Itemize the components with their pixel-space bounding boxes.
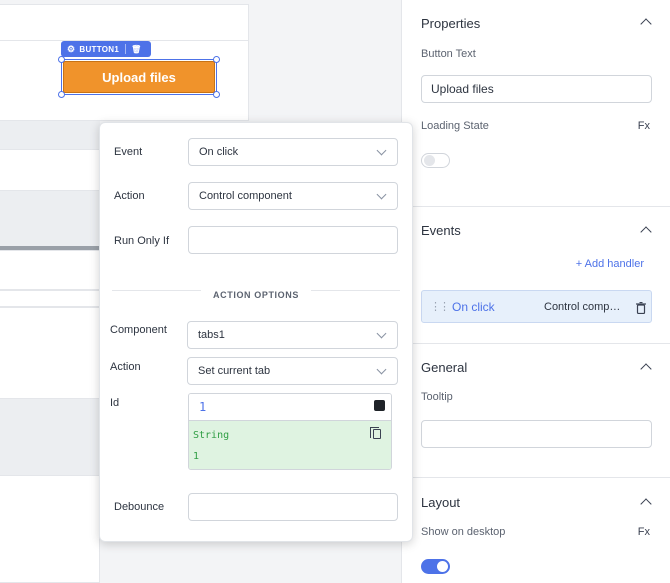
debounce-input[interactable] [188, 493, 398, 521]
show-on-desktop-fx-toggle[interactable]: Fx [638, 526, 650, 538]
toggle-knob [424, 155, 435, 166]
handler-action-name: Control component... [544, 300, 624, 313]
chevron-up-icon[interactable] [640, 226, 652, 238]
action-select[interactable]: Control component [188, 182, 398, 210]
resize-handle-bottom-left[interactable] [58, 91, 65, 98]
chevron-up-icon[interactable] [640, 498, 652, 510]
upload-files-button[interactable]: Upload files [63, 61, 215, 93]
option-action-select-value: Set current tab [198, 365, 271, 377]
resize-handle-top-left[interactable] [58, 56, 65, 63]
chevron-up-icon[interactable] [640, 363, 652, 375]
canvas-row-2 [0, 191, 100, 247]
action-options-heading: ACTION OPTIONS [100, 285, 412, 303]
badge-separator [125, 44, 127, 54]
selected-button-frame[interactable]: Upload files [58, 56, 220, 98]
event-handler-row[interactable]: ⋮⋮ On click Control component... [421, 290, 652, 323]
button-text-input[interactable]: Upload files [421, 75, 652, 103]
handler-event-name: On click [452, 299, 495, 314]
component-label: Component [110, 324, 167, 336]
option-action-select[interactable]: Set current tab [187, 357, 398, 385]
loading-state-toggle[interactable] [421, 153, 450, 168]
debounce-label: Debounce [114, 501, 165, 513]
section-divider [402, 477, 670, 478]
layout-title[interactable]: Layout [421, 495, 460, 510]
properties-title[interactable]: Properties [421, 16, 480, 31]
chevron-down-icon [376, 328, 387, 339]
copy-icon[interactable] [370, 427, 381, 439]
component-badge-label: BUTTON1 [79, 44, 120, 54]
tooltip-label: Tooltip [421, 391, 453, 403]
chevron-down-icon [376, 145, 387, 156]
section-divider [402, 206, 670, 207]
canvas-row-5 [0, 307, 100, 399]
events-title[interactable]: Events [421, 223, 461, 238]
id-preview-type: String [193, 430, 230, 441]
loading-state-label: Loading State [421, 120, 489, 132]
canvas-row-3 [0, 250, 100, 290]
action-options-heading-text: ACTION OPTIONS [201, 290, 311, 300]
button-text-label: Button Text [421, 48, 476, 60]
event-select[interactable]: On click [188, 138, 398, 166]
show-on-desktop-toggle[interactable] [421, 559, 450, 574]
event-label: Event [114, 146, 143, 158]
drag-handle-icon[interactable]: ⋮⋮ [430, 300, 450, 313]
chevron-up-icon[interactable] [640, 18, 652, 30]
event-select-value: On click [199, 146, 239, 158]
inspector-panel: Properties Button Text Upload files Load… [401, 0, 670, 583]
action-label: Action [114, 190, 145, 202]
id-label: Id [110, 397, 120, 409]
id-preview-value: 1 [193, 451, 200, 462]
tooltip-input[interactable] [421, 420, 652, 448]
canvas-row-4 [0, 290, 100, 307]
id-code-value: 1 [199, 400, 207, 414]
component-badge[interactable]: ⚙ BUTTON1 🗑 [61, 41, 151, 57]
loading-state-fx-toggle[interactable]: Fx [638, 120, 650, 132]
canvas-row-7 [0, 475, 100, 583]
run-only-if-input[interactable] [188, 226, 398, 254]
general-title[interactable]: General [421, 360, 467, 375]
gear-icon[interactable]: ⚙ [67, 44, 75, 55]
section-divider [402, 343, 670, 344]
chevron-down-icon [376, 364, 387, 375]
component-select[interactable]: tabs1 [187, 321, 398, 349]
trash-icon[interactable] [636, 301, 646, 314]
id-code-input[interactable]: 1 [189, 394, 391, 421]
event-handler-popover: Event On click Action Control component … [99, 122, 413, 542]
expand-editor-icon[interactable] [374, 400, 385, 411]
resize-handle-top-right[interactable] [213, 56, 220, 63]
canvas-row-1 [0, 149, 100, 191]
id-code-editor[interactable]: 1 String 1 [188, 393, 392, 470]
option-action-label: Action [110, 361, 141, 373]
canvas-row-6 [0, 399, 100, 475]
add-handler-link[interactable]: + Add handler [576, 258, 644, 270]
show-on-desktop-label: Show on desktop [421, 526, 506, 538]
trash-icon[interactable]: 🗑 [131, 45, 141, 54]
resize-handle-bottom-right[interactable] [213, 91, 220, 98]
id-preview: String 1 [189, 421, 391, 469]
canvas-header-bar [0, 121, 100, 149]
chevron-down-icon [376, 189, 387, 200]
component-select-value: tabs1 [198, 329, 225, 341]
toggle-knob [437, 561, 448, 572]
run-only-if-label: Run Only If [114, 235, 170, 247]
action-select-value: Control component [199, 190, 292, 202]
